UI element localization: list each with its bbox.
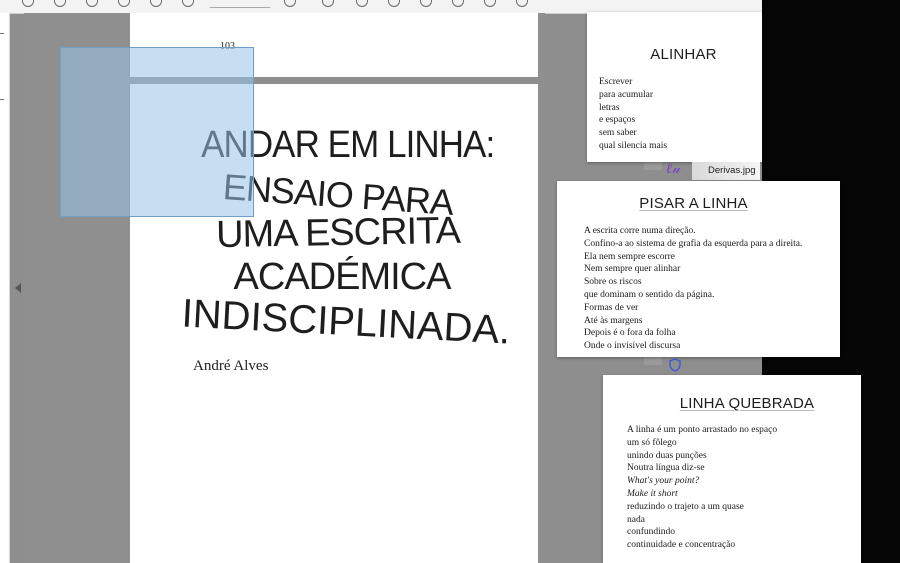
note-card-pisar-a-linha[interactable]: PISAR A LINHA A escrita corre numa direç… (557, 181, 840, 357)
note-line: para acumular (599, 89, 654, 100)
markup-icon[interactable] (322, 0, 334, 7)
note-line: unindo duas punções (627, 450, 707, 461)
note-line: Nem sempre quer alinhar (584, 264, 681, 275)
star-icon[interactable] (22, 0, 34, 7)
image-file-icon: ℓ𝓊 (666, 161, 680, 177)
note-line: Depois é o fora da folha (584, 328, 676, 339)
note-line: qual silencia mais (599, 140, 668, 151)
forward-icon[interactable] (484, 0, 496, 7)
thumbnail-sidebar[interactable] (0, 13, 10, 563)
note-line: reduzindo o trajeto a um quase (627, 501, 744, 512)
title-line: INDISCIPLINADA. (180, 291, 512, 353)
sidebar-tick (0, 33, 4, 34)
chevron-down-icon[interactable] (284, 0, 296, 7)
page-field[interactable] (210, 2, 270, 8)
selection-rectangle[interactable] (60, 47, 254, 217)
zoom-in-icon[interactable] (182, 0, 194, 7)
note-line: Ela nem sempre escorre (584, 251, 675, 262)
note-line: A escrita corre numa direção. (584, 226, 696, 236)
author-name: André Alves (193, 358, 269, 374)
search-icon[interactable] (118, 0, 130, 7)
window-edge (644, 162, 662, 170)
note-card-alinhar[interactable]: ALINHAR Escrever para acumular letras e … (587, 12, 762, 162)
note-title: LINHA QUEBRADA (679, 395, 815, 412)
note-line: confundindo (627, 527, 676, 538)
note-line: nada (627, 514, 645, 525)
note-line: continuidade e concentração (627, 540, 736, 551)
note-line: Escrever (599, 77, 633, 87)
note-icon[interactable] (452, 0, 464, 7)
note-line: Onde o invisível discursa (584, 341, 681, 352)
more-icon[interactable] (516, 0, 528, 7)
note-title: PISAR A LINHA (639, 195, 748, 212)
note-line: Formas de ver (584, 302, 639, 313)
rotate-icon[interactable] (356, 0, 368, 7)
sidebar-tick (0, 99, 4, 100)
shield-icon[interactable] (669, 358, 681, 372)
note-line: A linha é um ponto arrastado no espaço (627, 425, 778, 435)
note-line: Sobre os riscos (584, 277, 642, 288)
note-line: Confino-a ao sistema de grafia da esquer… (584, 238, 803, 249)
note-lines: A linha é um ponto arrastado no espaço u… (627, 424, 777, 552)
zoom-out-icon[interactable] (150, 0, 162, 7)
note-line: What's your point? (627, 476, 700, 487)
share-icon[interactable] (86, 0, 98, 7)
note-title: ALINHAR (650, 46, 717, 63)
file-label: Derivas.jpg (692, 162, 760, 180)
pin-icon[interactable] (54, 0, 66, 7)
desktop-file-derivas[interactable]: ℓ𝓊 Derivas.jpg (666, 156, 769, 182)
pen-icon[interactable] (420, 0, 432, 7)
note-line: que dominam o sentido da página. (584, 289, 715, 300)
window-edge (644, 357, 662, 365)
note-line: sem saber (599, 128, 637, 139)
note-line: Até às margens (584, 315, 643, 326)
collapse-arrow-icon[interactable] (15, 283, 21, 293)
note-line: Make it short (627, 488, 678, 499)
note-line: e espaços (599, 115, 636, 126)
note-lines: Escrever para acumular letras e espaços … (599, 76, 667, 153)
note-card-linha-quebrada[interactable]: LINHA QUEBRADA A linha é um ponto arrast… (603, 375, 861, 563)
note-line: letras (599, 102, 620, 113)
note-lines: A escrita corre numa direção. Confino-a … (584, 225, 802, 353)
note-line: um só fôlego (627, 437, 677, 448)
note-line: Noutra língua diz-se (627, 463, 705, 474)
highlight-icon[interactable] (388, 0, 400, 7)
